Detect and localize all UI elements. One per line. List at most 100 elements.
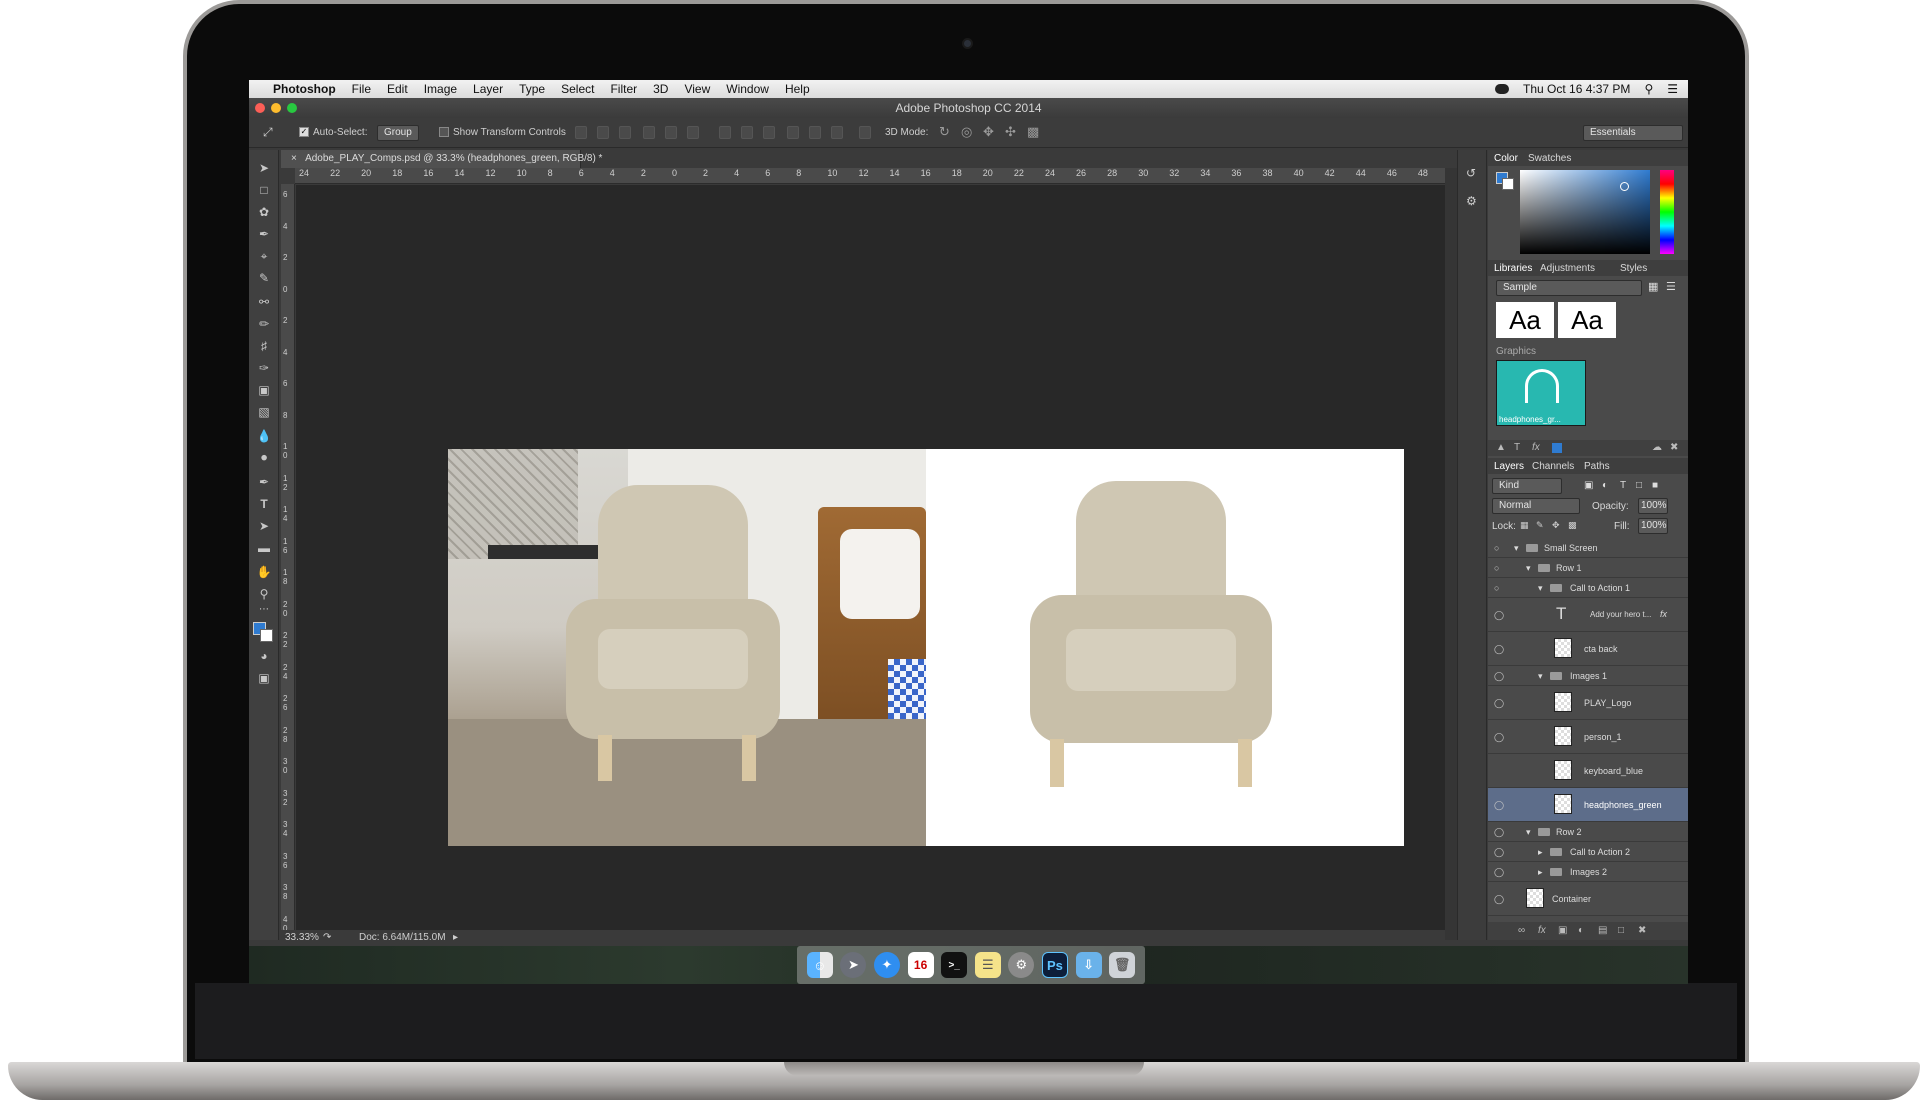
creative-cloud-icon[interactable] <box>1495 84 1510 94</box>
safari-icon[interactable]: ✦ <box>873 952 900 978</box>
filter-shape-icon[interactable]: □ <box>1636 480 1642 491</box>
new-adjustment-icon[interactable]: ◐ <box>1578 925 1584 936</box>
calendar-icon[interactable]: 16 <box>907 952 934 978</box>
tab-styles[interactable]: Styles <box>1620 263 1647 274</box>
document-canvas[interactable] <box>448 449 1404 846</box>
tab-swatches[interactable]: Swatches <box>1528 153 1571 164</box>
auto-select-checkbox[interactable]: ✓ <box>299 127 309 137</box>
layer-keyboard-blue[interactable]: keyboard_blue <box>1488 754 1688 788</box>
tab-adjustments[interactable]: Adjustments <box>1540 263 1595 274</box>
layer-cta-back[interactable]: ◯ cta back <box>1488 632 1688 666</box>
terminal-icon[interactable]: >_ <box>941 952 968 978</box>
tab-color[interactable]: Color <box>1494 153 1518 164</box>
delete-layer-icon[interactable]: ✖ <box>1638 925 1646 936</box>
visibility-toggle-icon[interactable]: ◯ <box>1494 671 1504 682</box>
horizontal-ruler[interactable]: 24 22 20 18 16 14 12 10 8 6 4 2 0 2 4 6 8 10 12 14 16 18 20 22 2… <box>295 168 1445 184</box>
visibility-toggle-icon[interactable]: ◯ <box>1494 800 1504 811</box>
library-select[interactable]: Sample <box>1496 280 1642 296</box>
hue-slider[interactable] <box>1660 170 1674 254</box>
auto-select-dropdown[interactable]: Group <box>377 125 419 141</box>
disclosure-arrow-icon[interactable]: ▾ <box>1514 543 1519 554</box>
transform-controls-checkbox[interactable] <box>439 127 449 137</box>
menu-window[interactable]: Window <box>718 82 777 96</box>
align-top-button[interactable] <box>575 126 587 139</box>
grid-view-icon[interactable]: ▦ <box>1648 280 1658 293</box>
menu-3d[interactable]: 3D <box>645 82 676 96</box>
healing-brush-tool-icon[interactable]: ⚯ <box>255 294 273 310</box>
history-panel-icon[interactable]: ↺ <box>1466 166 1476 180</box>
add-fx-icon[interactable]: fx <box>1532 442 1540 453</box>
more-tools-icon[interactable]: ⋯ <box>255 602 273 618</box>
path-selection-tool-icon[interactable]: ➤ <box>255 518 273 534</box>
properties-panel-icon[interactable]: ⚙ <box>1466 194 1477 208</box>
menu-file[interactable]: File <box>344 82 379 96</box>
layer-kind-filter[interactable]: Kind <box>1492 478 1562 494</box>
disclosure-arrow-icon[interactable]: ▾ <box>1538 583 1543 594</box>
layer-container[interactable]: ◯ Container <box>1488 882 1688 916</box>
layer-row-1[interactable]: ○ ▾ Row 1 <box>1488 558 1688 578</box>
align-left-button[interactable] <box>643 126 655 139</box>
clone-stamp-tool-icon[interactable]: ♯ <box>255 338 273 354</box>
add-mask-icon[interactable]: ▣ <box>1558 925 1567 936</box>
downloads-folder-icon[interactable]: ⇩ <box>1075 952 1102 978</box>
visibility-toggle-icon[interactable]: ○ <box>1494 543 1499 553</box>
quick-mask-icon[interactable]: ◕ <box>255 648 273 664</box>
color-picker-field[interactable] <box>1520 170 1650 254</box>
filter-adjustment-icon[interactable]: ◐ <box>1602 480 1608 491</box>
panel-background-color[interactable] <box>1502 178 1514 190</box>
distribute-vcenter-button[interactable] <box>741 126 753 139</box>
pen-tool-icon[interactable]: ✒ <box>255 474 273 490</box>
cloud-sync-icon[interactable]: ☁ <box>1652 442 1662 453</box>
document-tab[interactable]: × Adobe_PLAY_Comps.psd @ 33.3% (headphon… <box>281 150 602 168</box>
distribute-hcenter-button[interactable] <box>809 126 821 139</box>
layer-row-2[interactable]: ◯ ▾ Row 2 <box>1488 822 1688 842</box>
layer-call-to-action-1[interactable]: ○ ▾ Call to Action 1 <box>1488 578 1688 598</box>
distribute-left-button[interactable] <box>787 126 799 139</box>
minimize-window-button[interactable] <box>271 103 281 113</box>
menu-photoshop[interactable]: Photoshop <box>265 82 344 96</box>
layer-images-2[interactable]: ◯ ▸ Images 2 <box>1488 862 1688 882</box>
layer-person-1[interactable]: ◯ person_1 <box>1488 720 1688 754</box>
delete-library-item-icon[interactable]: ✖ <box>1670 442 1678 453</box>
background-color-swatch[interactable] <box>260 629 273 642</box>
disclosure-arrow-icon[interactable]: ▸ <box>1538 847 1543 858</box>
tab-libraries[interactable]: Libraries <box>1494 263 1532 274</box>
tab-layers[interactable]: Layers <box>1494 461 1524 472</box>
layer-images-1[interactable]: ◯ ▾ Images 1 <box>1488 666 1688 686</box>
fill-field[interactable]: 100% <box>1638 518 1668 534</box>
filter-pixel-icon[interactable]: ▣ <box>1584 480 1593 491</box>
history-brush-tool-icon[interactable]: ✑ <box>255 360 273 376</box>
move-tool-preset-icon[interactable]: ⤢ <box>263 125 273 140</box>
filter-type-icon[interactable]: T <box>1620 480 1626 491</box>
move-tool-icon[interactable]: ➤ <box>255 160 273 176</box>
disclosure-arrow-icon[interactable]: ▾ <box>1538 671 1543 682</box>
3d-roll-icon[interactable]: ◎ <box>961 124 972 140</box>
layer-call-to-action-2[interactable]: ◯ ▸ Call to Action 2 <box>1488 842 1688 862</box>
type-tool-icon[interactable]: T <box>255 496 273 512</box>
system-preferences-icon[interactable]: ⚙ <box>1008 952 1035 978</box>
gradient-tool-icon[interactable]: ▧ <box>255 404 273 420</box>
tab-channels[interactable]: Channels <box>1532 461 1574 472</box>
align-vcenter-button[interactable] <box>597 126 609 139</box>
lasso-tool-icon[interactable]: ✿ <box>255 204 273 220</box>
eyedropper-tool-icon[interactable]: ✎ <box>255 270 273 286</box>
blend-mode-select[interactable]: Normal <box>1492 498 1580 514</box>
canvas-area[interactable] <box>296 185 1445 940</box>
screen-mode-icon[interactable]: ▣ <box>255 670 273 686</box>
menu-filter[interactable]: Filter <box>602 82 645 96</box>
lock-all-icon[interactable]: ▩ <box>1568 520 1577 531</box>
export-icon[interactable]: ↷ <box>323 930 331 946</box>
lock-transparency-icon[interactable]: ▦ <box>1520 520 1529 531</box>
new-layer-icon[interactable]: □ <box>1618 925 1624 936</box>
menu-image[interactable]: Image <box>416 82 465 96</box>
finder-icon[interactable]: ☺ <box>806 952 833 978</box>
distribute-bottom-button[interactable] <box>763 126 775 139</box>
add-layer-style-icon[interactable]: fx <box>1538 925 1546 936</box>
auto-align-button[interactable] <box>859 126 871 139</box>
add-color-icon[interactable] <box>1552 443 1562 453</box>
layer-play-logo[interactable]: ◯ PLAY_Logo <box>1488 686 1688 720</box>
distribute-top-button[interactable] <box>719 126 731 139</box>
vertical-ruler[interactable]: 6 4 2 0 2 4 6 8 1 0 1 2 1 4 1 6 1 8 2 0 2 2 2 4 2 6 2 8 3 … <box>281 184 295 940</box>
clock[interactable]: Thu Oct 16 4:37 PM <box>1523 82 1630 96</box>
quick-select-tool-icon[interactable]: ✒ <box>255 226 273 242</box>
